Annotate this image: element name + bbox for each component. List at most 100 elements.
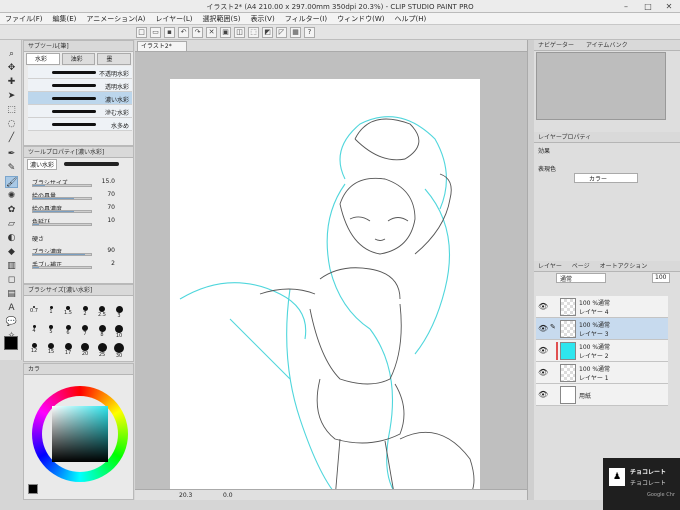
prop-stabilization[interactable]: 手ブレ補正2 (32, 260, 129, 270)
help-icon[interactable]: ? (304, 26, 315, 38)
notification-toast[interactable]: ♟ チョコレート チョコレート Google Chr (603, 458, 680, 510)
visibility-eye-icon[interactable]: 👁 (538, 346, 548, 355)
fill-tool-icon[interactable]: ◆ (5, 246, 18, 258)
close-button[interactable]: ✕ (661, 0, 677, 13)
canvas-paper[interactable] (170, 79, 480, 501)
blend-mode-select[interactable]: 通常 (556, 273, 606, 283)
decoration-tool-icon[interactable]: ✿ (5, 204, 18, 216)
tab-layer[interactable]: レイヤー (538, 263, 562, 270)
selection-tool-icon[interactable]: ⬚ (5, 104, 18, 116)
slider[interactable] (32, 223, 92, 226)
brush-size-preset[interactable]: 2 (77, 306, 93, 317)
open-icon[interactable]: ▭ (150, 26, 161, 38)
right-dock-splitter[interactable] (527, 40, 534, 500)
tab-auto-action[interactable]: オートアクション (600, 263, 648, 270)
navigator-preview[interactable] (536, 52, 666, 120)
opacity-field[interactable]: 100 (652, 273, 670, 283)
brush-size-preset[interactable]: 30 (111, 343, 127, 359)
brush-size-preset[interactable]: 25 (94, 343, 110, 358)
menu-filter[interactable]: フィルター(I) (280, 14, 332, 24)
brush-size-preset[interactable]: 1 (43, 306, 59, 315)
snap-ruler-icon[interactable]: ◸ (276, 26, 287, 38)
angle-value[interactable]: 0.0 (223, 492, 233, 499)
brush-size-preset[interactable]: 15 (43, 343, 59, 355)
snap-grid-icon[interactable]: ▦ (290, 26, 301, 38)
prop-paint-density[interactable]: 絵の具濃度70 (32, 204, 129, 214)
brush-item[interactable]: 透明水彩 (28, 79, 132, 92)
brush-size-preset[interactable]: 12 (26, 343, 42, 354)
brush-size-preset[interactable]: 6 (60, 325, 76, 336)
redo-icon[interactable]: ↷ (192, 26, 203, 38)
brush-size-preset[interactable]: 8 (94, 325, 110, 338)
new-icon[interactable]: □ (136, 26, 147, 38)
brush-item[interactable]: 水多め (28, 118, 132, 131)
menu-selection[interactable]: 選択範囲(S) (198, 14, 246, 24)
main-color-swatch[interactable] (4, 336, 18, 350)
brush-size-preset[interactable]: 7 (77, 325, 93, 337)
brush-size-preset[interactable]: 3 (111, 306, 127, 319)
operation-tool-icon[interactable]: ➤ (5, 90, 18, 102)
eraser-tool-icon[interactable]: ▱ (5, 218, 18, 230)
tab-page[interactable]: ページ (572, 263, 590, 270)
pencil-tool-icon[interactable]: ✎ (5, 162, 18, 174)
move-tool-icon[interactable]: ✚ (5, 76, 18, 88)
prop-hardness[interactable]: 硬さ (32, 234, 129, 244)
slider[interactable] (32, 210, 92, 213)
frame-tool-icon[interactable]: ▤ (5, 288, 18, 300)
lasso-tool-icon[interactable]: ◌ (5, 118, 18, 130)
brush-item[interactable]: 滲む水彩 (28, 105, 132, 118)
visibility-eye-icon[interactable]: 👁 (538, 302, 548, 311)
eyedropper-tool-icon[interactable]: ╱ (5, 132, 18, 144)
brush-size-preset[interactable]: 5 (43, 325, 59, 335)
brush-item[interactable]: 濃い水彩 (28, 92, 132, 105)
slider[interactable] (32, 266, 92, 269)
menu-animation[interactable]: アニメーション(A) (81, 14, 150, 24)
minimize-button[interactable]: – (618, 0, 634, 13)
layer-row[interactable]: 👁 100 %通常 レイヤー 2 (536, 340, 668, 362)
slider[interactable] (32, 184, 92, 187)
prop-brush-density[interactable]: ブラシ濃度90 (32, 247, 129, 257)
visibility-eye-icon[interactable]: 👁 (538, 390, 548, 399)
visibility-eye-icon[interactable]: 👁 (538, 324, 548, 333)
airbrush-tool-icon[interactable]: ✺ (5, 190, 18, 202)
slider[interactable] (32, 197, 92, 200)
figure-tool-icon[interactable]: ◻ (5, 274, 18, 286)
balloon-tool-icon[interactable]: 💬 (5, 316, 18, 328)
prop-paint-amount[interactable]: 絵の具量70 (32, 191, 129, 201)
menu-help[interactable]: ヘルプ(H) (389, 14, 431, 24)
brush-size-preset[interactable]: 1.5 (60, 306, 76, 316)
deselect-icon[interactable]: ⬚ (248, 26, 259, 38)
tab-itembank[interactable]: アイテムバンク (586, 42, 628, 49)
layer-row[interactable]: 👁 100 %通常 レイヤー 4 (536, 296, 668, 318)
blend-tool-icon[interactable]: ◐ (5, 232, 18, 244)
tab-watercolor[interactable]: 水彩 (26, 53, 60, 65)
zoom-value[interactable]: 20.3 (179, 492, 192, 499)
save-icon[interactable]: ▪ (164, 26, 175, 38)
visibility-eye-icon[interactable]: 👁 (538, 368, 548, 377)
layer-row[interactable]: 👁 用紙 (536, 384, 668, 406)
gradient-tool-icon[interactable]: ▥ (5, 260, 18, 272)
brush-item[interactable]: 不透明水彩 (28, 66, 132, 79)
invert-icon[interactable]: ◩ (262, 26, 273, 38)
maximize-button[interactable]: □ (640, 0, 656, 13)
prop-brush-size[interactable]: ブラシサイズ15.0 (32, 178, 129, 188)
brush-tool-icon[interactable]: 🖌 (5, 176, 18, 188)
menu-layer[interactable]: レイヤー(L) (150, 14, 197, 24)
prop-color-stretch[interactable]: 色延び10 (32, 217, 129, 227)
slider[interactable] (32, 253, 92, 256)
clear-icon[interactable]: ✕ (206, 26, 217, 38)
brush-size-preset[interactable]: 0.7 (26, 306, 42, 314)
tab-ink[interactable]: 墨 (97, 53, 132, 65)
tab-oil[interactable]: 油彩 (61, 53, 96, 65)
transform-icon[interactable]: ◫ (234, 26, 245, 38)
canvas-tab[interactable]: イラスト2* (137, 41, 187, 52)
menu-window[interactable]: ウィンドウ(W) (332, 14, 389, 24)
brush-size-preset[interactable]: 10 (111, 325, 127, 339)
saturation-box[interactable] (52, 406, 108, 462)
fill-icon[interactable]: ▣ (220, 26, 231, 38)
menu-file[interactable]: ファイル(F) (0, 14, 48, 24)
brush-size-preset[interactable]: 20 (77, 343, 93, 357)
pen-tool-icon[interactable]: ✒ (5, 148, 18, 160)
zoom-tool-icon[interactable]: ⌕ (5, 48, 18, 60)
menu-edit[interactable]: 編集(E) (48, 14, 82, 24)
